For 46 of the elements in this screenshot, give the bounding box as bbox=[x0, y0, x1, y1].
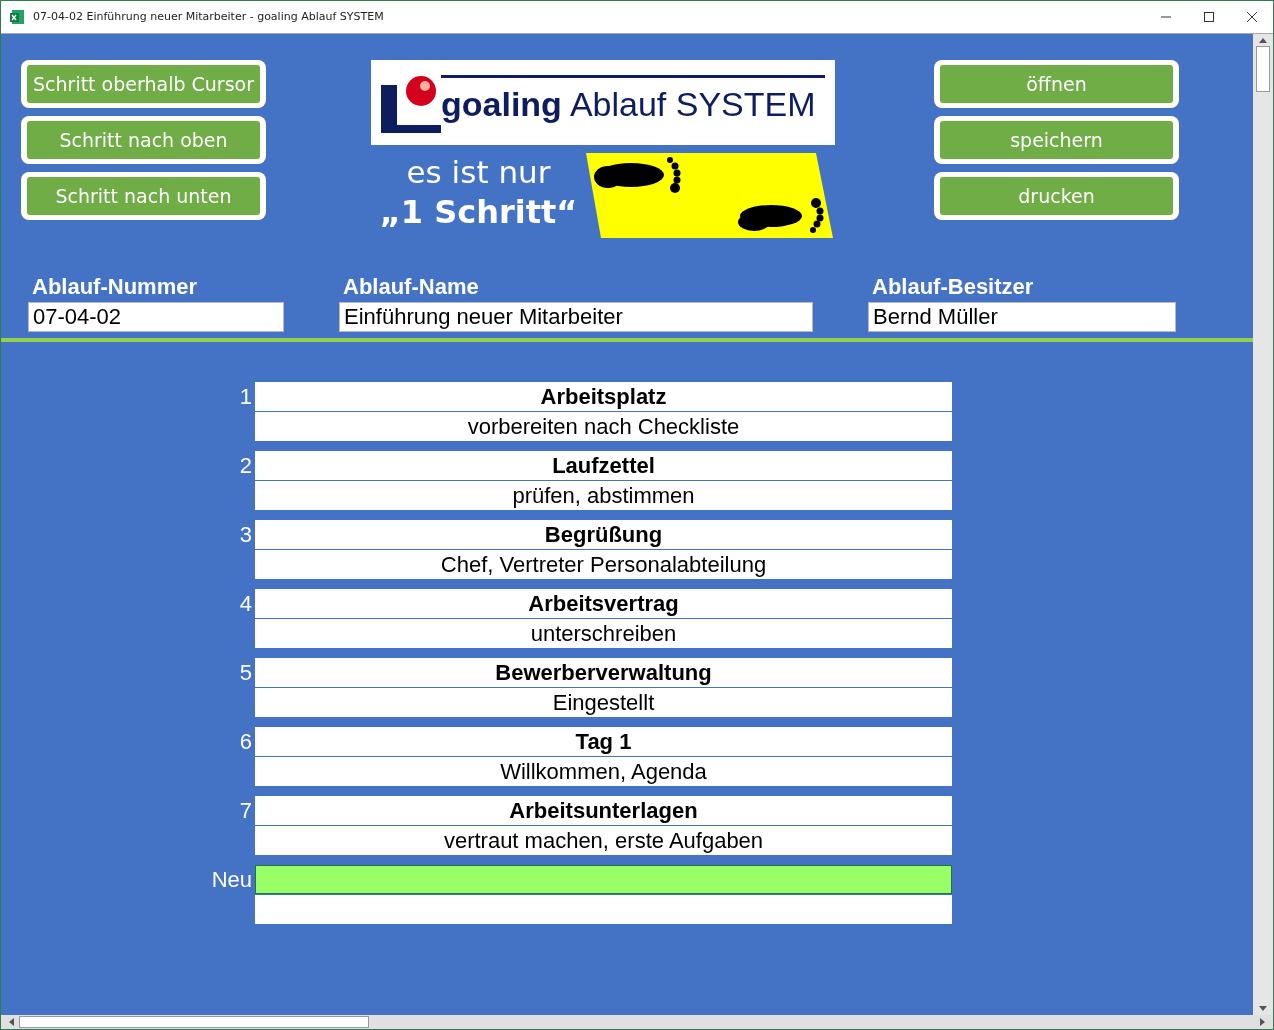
step-title-cell[interactable] bbox=[255, 865, 952, 894]
field-label: Ablauf-Name bbox=[342, 276, 480, 298]
scroll-down-icon[interactable] bbox=[1258, 1005, 1268, 1013]
tagline: es ist nur bbox=[406, 157, 551, 188]
vertical-scrollbar[interactable] bbox=[1253, 34, 1273, 1015]
scroll-up-icon[interactable] bbox=[1258, 36, 1268, 44]
step-number: 2 bbox=[238, 452, 253, 480]
horizontal-scrollbar[interactable] bbox=[1, 1015, 1273, 1029]
scroll-thumb[interactable] bbox=[1256, 46, 1270, 92]
logo-brand: goaling bbox=[441, 83, 562, 125]
tagline-emphasis: „1 Schritt“ bbox=[379, 196, 578, 228]
close-icon[interactable] bbox=[1246, 12, 1257, 22]
step-description-cell[interactable]: Eingestellt bbox=[255, 688, 952, 717]
step-number: 7 bbox=[238, 797, 253, 825]
step-number: 3 bbox=[238, 521, 253, 549]
step-title-cell[interactable]: Arbeitsplatz bbox=[255, 382, 952, 411]
step-description-cell[interactable] bbox=[255, 895, 952, 924]
field-label: Ablauf-Besitzer bbox=[871, 276, 1035, 298]
step-description-cell[interactable]: vertraut machen, erste Aufgaben bbox=[255, 826, 952, 855]
step-number: Neu bbox=[210, 866, 253, 894]
step-number: 5 bbox=[238, 659, 253, 687]
text-field[interactable]: Bernd Müller bbox=[868, 302, 1176, 332]
step-description-cell[interactable]: vorbereiten nach Checkliste bbox=[255, 412, 952, 441]
step-title-cell[interactable]: Laufzettel bbox=[255, 451, 952, 480]
step-number: 6 bbox=[238, 728, 253, 756]
text-field[interactable]: 07-04-02 bbox=[28, 302, 284, 332]
window-title: 07-04-02 Einführung neuer Mitarbeiter - goaling Ablauf SYSTEM bbox=[33, 8, 384, 25]
scroll-thumb[interactable] bbox=[19, 1016, 369, 1028]
step-title-cell[interactable]: Tag 1 bbox=[255, 727, 952, 756]
step-title-cell[interactable]: Begrüßung bbox=[255, 520, 952, 549]
step-title-cell[interactable]: Arbeitsunterlagen bbox=[255, 796, 952, 825]
field-label: Ablauf-Nummer bbox=[31, 276, 198, 298]
logo-product: Ablauf SYSTEM bbox=[569, 83, 816, 125]
step-description-cell[interactable]: prüfen, abstimmen bbox=[255, 481, 952, 510]
step-description-cell[interactable]: Willkommen, Agenda bbox=[255, 757, 952, 786]
step-number: 1 bbox=[238, 383, 253, 411]
step-description-cell[interactable]: unterschreiben bbox=[255, 619, 952, 648]
maximize-icon[interactable] bbox=[1203, 12, 1214, 22]
step-number: 4 bbox=[238, 590, 253, 618]
scroll-right-icon[interactable] bbox=[1259, 1017, 1267, 1027]
step-title-cell[interactable]: Arbeitsvertrag bbox=[255, 589, 952, 618]
spreadsheet-app-icon bbox=[9, 9, 25, 25]
step-description-cell[interactable]: Chef, Vertreter Personalabteilung bbox=[255, 550, 952, 579]
scroll-left-icon[interactable] bbox=[7, 1017, 15, 1027]
step-title-cell[interactable]: Bewerberverwaltung bbox=[255, 658, 952, 687]
text-field[interactable]: Einführung neuer Mitarbeiter bbox=[339, 302, 813, 332]
